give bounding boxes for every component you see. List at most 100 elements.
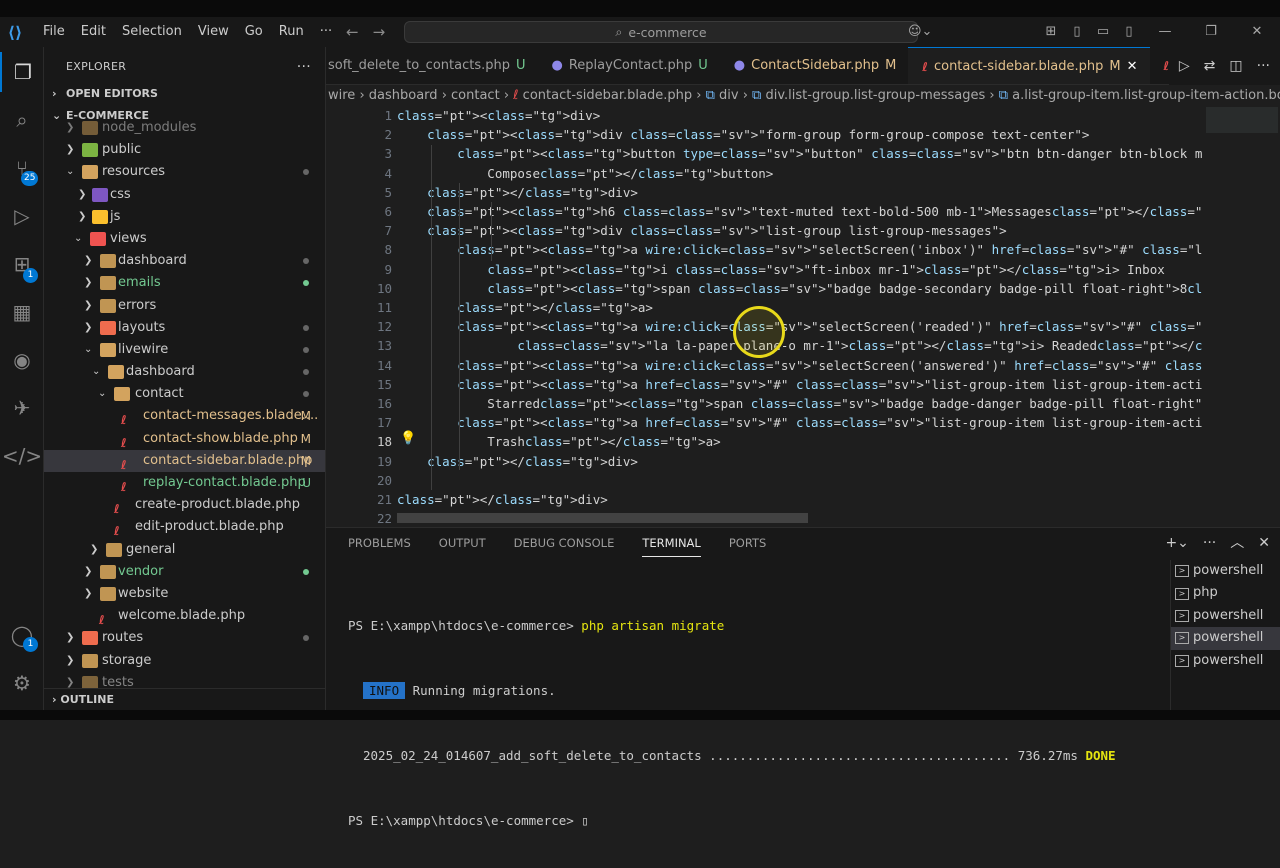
forward-arrow-icon[interactable]: → xyxy=(373,17,386,47)
toggle-secondary-sidebar-icon[interactable]: ▯ xyxy=(1116,17,1142,47)
tree-item-resources[interactable]: ⌄ resources xyxy=(44,161,325,183)
code-editor[interactable]: 1 2 3 4 5 6 7 8 9 10 11 12 13 14 15 16 17 18 19 20 21 22 clas… xyxy=(326,107,1280,527)
tab-ports[interactable]: PORTS xyxy=(729,528,766,558)
menu-file[interactable]: File xyxy=(35,17,73,47)
search-icon[interactable]: ⌕ xyxy=(0,100,44,140)
tab-problems[interactable]: PROBLEMS xyxy=(348,528,411,558)
breadcrumb-item[interactable]: div xyxy=(719,88,739,103)
close-tab-icon[interactable]: ✕ xyxy=(1127,47,1138,84)
menu-more[interactable]: ··· xyxy=(312,17,340,47)
run-icon[interactable]: ▷ xyxy=(1179,58,1190,74)
tree-item-views[interactable]: ⌄ views xyxy=(44,228,325,250)
more-actions-icon[interactable]: ··· xyxy=(1257,58,1270,74)
menu-run[interactable]: Run xyxy=(271,17,312,47)
line-number: 15 xyxy=(376,376,392,392)
tree-item-css[interactable]: ❯ css xyxy=(44,184,325,206)
tab-contact-sidebar-blade[interactable]: ℓ contact-sidebar.blade.php M ✕ xyxy=(908,47,1150,84)
terminal-instance[interactable]: > powershell xyxy=(1171,650,1280,672)
line-number: 22 xyxy=(376,511,392,527)
tree-item-contact-messages[interactable]: ℓ contact-messages.blade.... M xyxy=(44,405,325,427)
restore-icon[interactable]: ❐ xyxy=(1188,17,1234,47)
minimize-icon[interactable]: — xyxy=(1142,17,1188,47)
search-text: e-commerce xyxy=(628,24,707,40)
run-debug-icon[interactable]: ▷ xyxy=(0,196,44,236)
docker-icon[interactable]: ▦ xyxy=(0,292,44,332)
breadcrumb-item[interactable]: a.list-group-item.list-group-item-action… xyxy=(1012,88,1280,103)
tree-item-public[interactable]: ❯ public xyxy=(44,139,325,161)
tab-soft-delete[interactable]: soft_delete_to_contacts.php U xyxy=(326,47,538,84)
explorer-icon[interactable]: ❐ xyxy=(0,52,44,92)
breadcrumb-item[interactable]: dashboard xyxy=(369,88,438,103)
tree-item-errors[interactable]: ❯ errors xyxy=(44,295,325,317)
split-editor-icon[interactable]: ◫ xyxy=(1229,58,1242,74)
tag-icon[interactable]: </> xyxy=(0,436,44,476)
breadcrumb-item[interactable]: wire xyxy=(328,88,355,103)
tree-item-website[interactable]: ❯ website xyxy=(44,583,325,605)
more-actions-icon[interactable]: ··· xyxy=(297,47,311,87)
tree-item-layouts[interactable]: ❯ layouts xyxy=(44,317,325,339)
account-icon[interactable]: ◯ xyxy=(0,615,44,655)
tab-status: U xyxy=(698,58,708,73)
tree-item-create-product[interactable]: ℓ create-product.blade.php xyxy=(44,494,325,516)
more-actions-icon[interactable]: ··· xyxy=(1203,528,1216,558)
tab-output[interactable]: OUTPUT xyxy=(439,528,486,558)
menu-go[interactable]: Go xyxy=(237,17,271,47)
tree-item-emails[interactable]: ❯ emails xyxy=(44,272,325,294)
tree-item-contact-sidebar[interactable]: ℓ contact-sidebar.blade.php M xyxy=(44,449,325,472)
minimap[interactable] xyxy=(1202,107,1280,527)
tree-item-dashboard-livewire[interactable]: ⌄ dashboard xyxy=(44,361,325,383)
tree-item-storage[interactable]: ❯ storage xyxy=(44,650,325,672)
tree-item-welcome[interactable]: ℓ welcome.blade.php xyxy=(44,605,325,627)
tree-item-edit-product[interactable]: ℓ edit-product.blade.php xyxy=(44,516,325,538)
settings-gear-icon[interactable]: ⚙ xyxy=(0,663,44,703)
terminal-instance[interactable]: > php xyxy=(1171,582,1280,604)
remote-explorer-icon[interactable]: ✈ xyxy=(0,388,44,428)
lightbulb-icon[interactable]: 💡 xyxy=(400,431,416,446)
open-editors-section[interactable]: › OPEN EDITORS xyxy=(44,83,325,105)
terminal-output[interactable]: PS E:\xampp\htdocs\e-commerce> php artis… xyxy=(348,578,1116,868)
terminal-instance[interactable]: > powershell xyxy=(1171,560,1280,582)
breadcrumb-item[interactable]: contact xyxy=(451,88,500,103)
tree-item-js[interactable]: ❯ js xyxy=(44,206,325,228)
layout-customize-icon[interactable]: ⊞ xyxy=(1038,17,1064,47)
toggle-panel-icon[interactable]: ▭ xyxy=(1090,17,1116,47)
terminal-instance-active[interactable]: > powershell xyxy=(1171,627,1280,650)
tree-item-contact-show[interactable]: ℓ contact-show.blade.php M xyxy=(44,428,325,450)
code-line: class="pt"><class="tg">i class=class="sv… xyxy=(487,261,1165,277)
toggle-sidebar-icon[interactable]: ▯ xyxy=(1064,17,1090,47)
terminal-cursor: ▯ xyxy=(581,813,589,828)
tree-item-node-modules[interactable]: ❯ node_modules xyxy=(44,117,325,139)
menu-edit[interactable]: Edit xyxy=(73,17,114,47)
breadcrumb-item[interactable]: div.list-group.list-group-messages xyxy=(765,88,985,103)
tree-item-routes[interactable]: ❯ routes xyxy=(44,627,325,649)
folder-icon xyxy=(100,276,116,291)
tree-label: dashboard xyxy=(118,253,187,269)
back-arrow-icon[interactable]: ← xyxy=(346,17,359,47)
tree-item-replay-contact[interactable]: ℓ replay-contact.blade.php U xyxy=(44,472,325,494)
copilot-icon[interactable]: ☺⌄ xyxy=(908,17,932,47)
compare-icon[interactable]: ⇄ xyxy=(1204,58,1216,74)
close-panel-icon[interactable]: ✕ xyxy=(1258,528,1270,558)
tab-terminal[interactable]: TERMINAL xyxy=(642,528,701,557)
tree-item-dashboard[interactable]: ❯ dashboard xyxy=(44,250,325,272)
outline-section[interactable]: › OUTLINE xyxy=(44,688,325,710)
github-icon[interactable]: ◉ xyxy=(0,340,44,380)
tree-item-livewire[interactable]: ⌄ livewire xyxy=(44,339,325,361)
tab-label: soft_delete_to_contacts.php xyxy=(328,58,510,73)
tree-item-vendor[interactable]: ❯ vendor xyxy=(44,561,325,583)
breadcrumb-item[interactable]: contact-sidebar.blade.php xyxy=(523,88,692,103)
tab-replay-contact[interactable]: ● ReplayContact.php U xyxy=(538,47,720,84)
command-center-search[interactable]: ⌕ e-commerce xyxy=(404,21,918,43)
tree-item-general[interactable]: ❯ general xyxy=(44,539,325,561)
menu-view[interactable]: View xyxy=(190,17,237,47)
tab-contact-sidebar-php[interactable]: ● ContactSidebar.php M xyxy=(720,47,909,84)
tree-item-contact[interactable]: ⌄ contact xyxy=(44,383,325,405)
maximize-panel-icon[interactable]: ︿ xyxy=(1230,528,1244,558)
terminal-instance[interactable]: > powershell xyxy=(1171,605,1280,627)
menu-selection[interactable]: Selection xyxy=(114,17,190,47)
new-terminal-icon[interactable]: +⌄ xyxy=(1165,528,1188,558)
minimap-slider[interactable] xyxy=(1206,107,1278,133)
horizontal-scrollbar[interactable] xyxy=(397,513,808,523)
close-window-icon[interactable]: ✕ xyxy=(1234,17,1280,47)
tab-debug-console[interactable]: DEBUG CONSOLE xyxy=(514,528,615,558)
